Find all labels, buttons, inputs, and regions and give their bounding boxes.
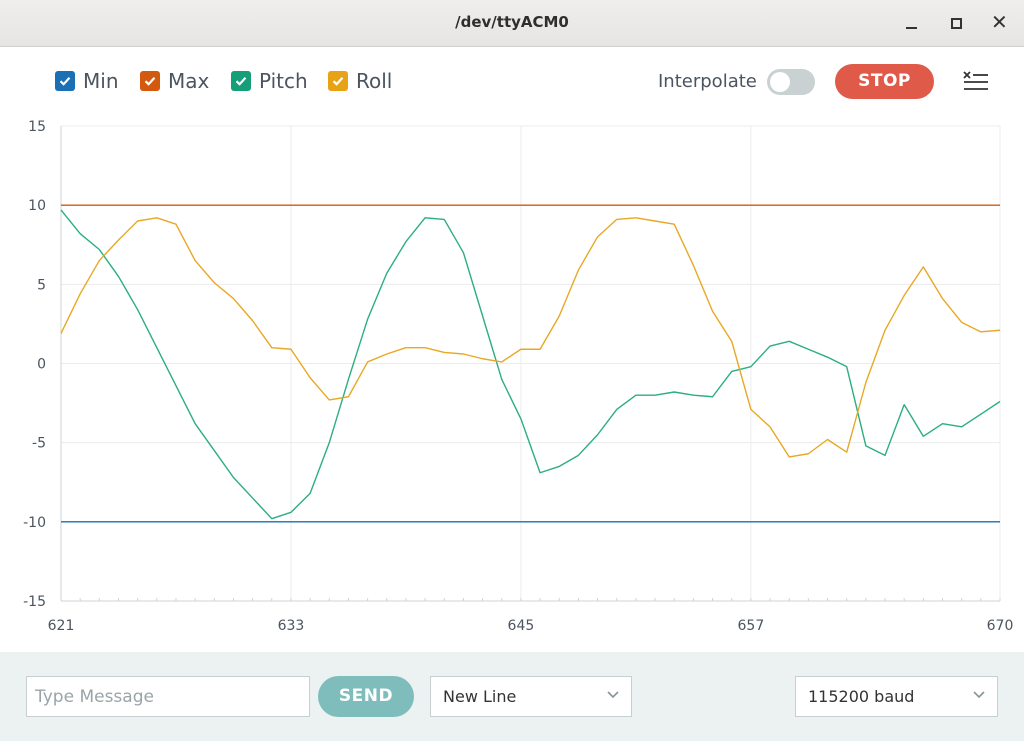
legend-item-min[interactable]: Min xyxy=(55,69,119,93)
interpolate-toggle[interactable] xyxy=(767,69,815,95)
minimize-button[interactable] xyxy=(906,27,917,29)
x-tick-label: 645 xyxy=(508,618,535,634)
maximize-button[interactable] xyxy=(951,18,962,29)
legend-label: Roll xyxy=(356,69,393,93)
x-tick-label: 621 xyxy=(48,618,75,634)
legend-label: Pitch xyxy=(259,69,308,93)
legend-item-max[interactable]: Max xyxy=(140,69,209,93)
baud-rate-select[interactable]: 115200 baud xyxy=(795,676,998,717)
legend-label: Max xyxy=(168,69,210,93)
interpolate-label: Interpolate xyxy=(658,71,757,92)
checkbox-icon[interactable] xyxy=(231,71,251,91)
stop-button[interactable]: STOP xyxy=(835,64,934,99)
y-tick-label: 5 xyxy=(37,277,46,293)
legend-label: Min xyxy=(83,69,119,93)
y-tick-label: -15 xyxy=(23,594,46,610)
chevron-down-icon xyxy=(973,691,985,699)
baud-rate-value: 115200 baud xyxy=(808,687,915,706)
checkbox-icon[interactable] xyxy=(55,71,75,91)
window-title: /dev/ttyACM0 xyxy=(455,13,569,31)
y-tick-label: 0 xyxy=(37,357,46,373)
x-tick-label: 657 xyxy=(738,618,765,634)
legend-item-roll[interactable]: Roll xyxy=(328,69,392,93)
message-input[interactable] xyxy=(26,676,310,717)
x-tick-label: 670 xyxy=(987,618,1014,634)
series-line-pitch xyxy=(60,209,1001,520)
checkbox-icon[interactable] xyxy=(140,71,160,91)
y-tick-label: 10 xyxy=(28,198,46,214)
chevron-down-icon xyxy=(607,691,619,699)
y-tick-label: -10 xyxy=(23,515,46,531)
title-bar: /dev/ttyACM0 ✕ xyxy=(0,0,1024,47)
clear-output-icon[interactable] xyxy=(962,69,989,93)
toolbar: Min Max Pitch Roll Interpolate STOP xyxy=(0,47,1024,115)
toggle-knob xyxy=(770,72,790,92)
y-tick-label: -5 xyxy=(32,436,46,452)
x-tick-label: 633 xyxy=(278,618,305,634)
line-ending-select[interactable]: New Line xyxy=(430,676,632,717)
send-button[interactable]: SEND xyxy=(318,676,414,717)
serial-plot-chart: 15 10 5 0 -5 -10 -15621 633 645 657 670 xyxy=(23,119,1014,634)
close-button[interactable]: ✕ xyxy=(991,10,1008,34)
line-ending-value: New Line xyxy=(443,687,517,706)
bottom-bar: SEND New Line 115200 baud xyxy=(0,652,1024,741)
y-tick-label: 15 xyxy=(28,119,46,135)
checkbox-icon[interactable] xyxy=(328,71,348,91)
legend-item-pitch[interactable]: Pitch xyxy=(231,69,308,93)
